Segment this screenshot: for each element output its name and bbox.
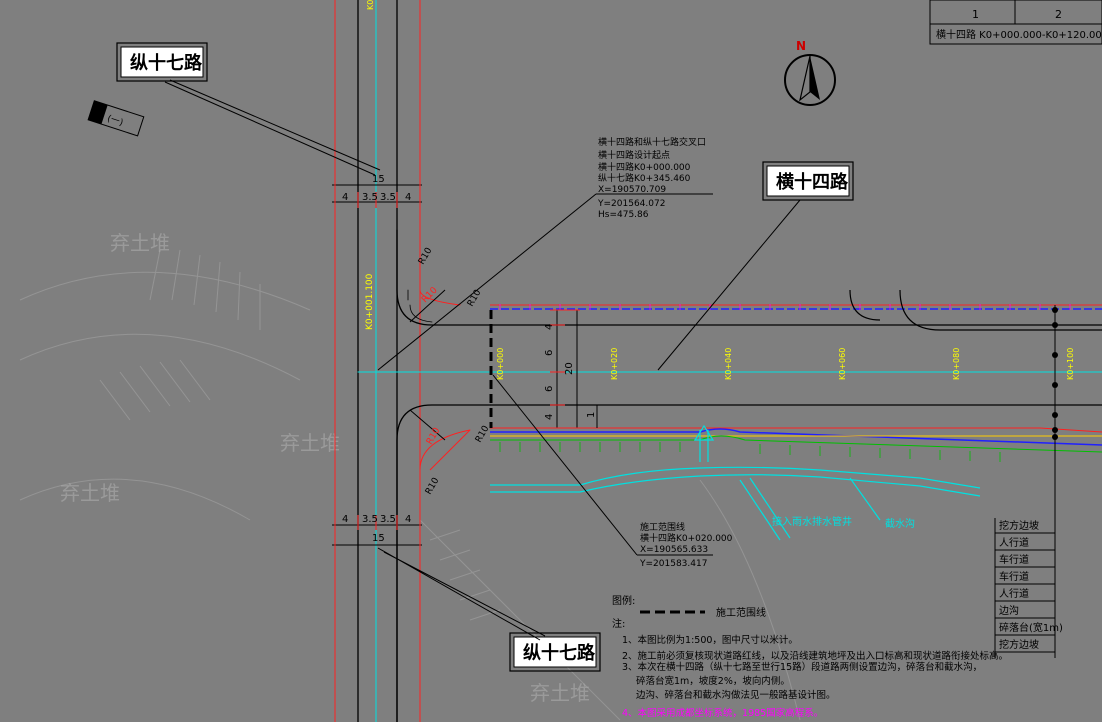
title-caption: 横十四路 K0+000.000-K0+120.000 [936,28,1102,41]
dim-cross-3: 4 [544,414,555,420]
road-label-horizontal: 横十四路 [657,161,854,371]
callout-int-1: 横十四路设计起点 [598,149,670,161]
title-col2: 2 [1055,8,1062,21]
callout-con-1: 横十四路K0+020.000 [640,532,733,544]
station-h-2: K0+040 [724,348,733,380]
dim-bottom-3: 4 [405,514,411,525]
dim-top-total: 15 [372,174,385,185]
station-h-0: K0+000 [496,348,505,380]
dim-bottom-2: 3.5 [380,514,396,525]
cross-section-legend: 挖方边坡 人行道 车行道 车行道 人行道 边沟 碎落台(宽1m) 挖方边坡 [994,445,1063,658]
legend-row-0: 挖方边坡 [999,519,1039,532]
callout-int-6: Hs=475.86 [598,210,649,220]
radius-5: R10 [424,476,442,497]
cad-viewport[interactable]: 1 2 横十四路 K0+000.000-K0+120.000 N 弃土堆 弃土堆… [0,0,1102,722]
road-label-top: 纵十七路 [116,42,381,176]
note-3b: 碎落台宽1m，坡度2%，坡向内侧。 [636,675,790,687]
dimension-bottom: 4 3.5 3.5 4 15 [332,514,422,550]
legend-title: 图例: [612,594,635,607]
legend-row-6: 碎落台(宽1m) [999,621,1063,634]
dim-cross-2: 6 [544,386,555,392]
dim-bottom-1: 3.5 [362,514,378,525]
construction-boundary [489,305,1058,445]
station-v-top: K0+... [366,0,375,10]
station-h-4: K0+080 [952,348,961,380]
note-3c: 边沟、碎落台和截水沟做法见一般路基设计图。 [636,689,836,701]
radius-1: R10 [420,285,440,305]
spoil-label-2: 弃土堆 [60,481,120,505]
callout-int-2: 横十四路K0+000.000 [598,161,691,173]
callout-int-0: 横十四路和纵十七路交叉口 [598,136,706,148]
station-h-3: K0+060 [838,348,847,380]
dimension-cross: 4 6 6 4 20 1 [544,309,610,429]
callout-int-5: Y=201564.072 [597,199,665,209]
title-col1: 1 [972,8,979,21]
callout-con-0: 施工范围线 [640,521,685,533]
road-label-bottom: 纵十七路 [377,547,601,672]
notes-heading: 注: [612,617,625,630]
legend-row-7: 挖方边坡 [999,638,1039,651]
dim-cross-total: 20 [564,362,575,375]
callout-int-4: X=190570.709 [598,185,666,195]
legend-row-1: 人行道 [999,536,1029,549]
callout-construction: 施工范围线 横十四路K0+020.000 X=190565.633 Y=2015… [492,374,733,569]
note-4: 4、本图采用成都坐标系统，1985国家高程系。 [622,707,823,719]
title-block: 1 2 横十四路 K0+000.000-K0+120.000 [929,0,1102,45]
legend-row-3: 车行道 [999,570,1029,583]
road-label-bottom-text: 纵十七路 [523,642,596,664]
radius-4: R10 [474,424,492,445]
spoil-label-3: 弃土堆 [280,431,340,455]
spoil-label-1: 弃土堆 [110,231,170,255]
drawing-canvas[interactable]: 1 2 横十四路 K0+000.000-K0+120.000 N 弃土堆 弃土堆… [0,0,1102,722]
station-h-5: K0+100 [1066,348,1075,380]
legend-row-5: 边沟 [999,604,1019,617]
legend-line-label: 施工范围线 [716,606,766,619]
station-h-1: K0+020 [610,348,619,380]
legend-notes: 图例: 施工范围线 注: 1、本图比例为1:500，图中尺寸以米计。 2、施工前… [612,594,1008,719]
station-v-start: K0+001.100 [365,273,375,330]
horizontal-road [490,289,1102,462]
dim-top-0: 4 [342,192,348,203]
dim-cross-one: 1 [586,412,597,418]
dim-cross-1: 6 [544,350,555,356]
note-2: 2、施工前必须复核现状道路红线，以及沿线建筑地坪及出入口标高和现状道路衔接处标高… [622,650,1008,662]
radius-2: R10 [466,288,484,309]
callout-con-3: Y=201583.417 [639,559,707,569]
dim-top-3: 4 [405,192,411,203]
building-icon: (一) [87,100,145,137]
spoil-area-left [19,249,311,521]
note-1: 1、本图比例为1:500，图中尺寸以米计。 [622,634,798,646]
dim-top-2: 3.5 [380,192,396,203]
vertical-stations: K0+... K0+001.100 [365,0,375,330]
note-3: 3、本次在横十四路（纵十七路至世行15路）段道路两侧设置边沟，碎落台和截水沟， [622,661,982,673]
callout-con-2: X=190565.633 [640,545,708,555]
callout-int-3: 纵十七路K0+345.460 [598,172,691,184]
spoil-label-4: 弃土堆 [530,681,590,705]
dim-cross-0: 4 [544,324,555,330]
north-label: N [796,39,806,53]
legend-row-4: 人行道 [999,587,1029,600]
dimension-top: 4 3.5 3.5 4 15 [332,174,422,208]
dim-top-1: 3.5 [362,192,378,203]
canal-inlet-label: 接入雨水排水管井 [772,515,852,528]
legend-row-2: 车行道 [999,553,1029,566]
dim-bottom-0: 4 [342,514,348,525]
road-label-horizontal-text: 横十四路 [776,171,849,193]
canal-label: 截水沟 [885,517,915,530]
road-label-top-text: 纵十七路 [130,52,203,74]
horizontal-stations: K0+000 K0+020 K0+040 K0+060 K0+080 K0+10… [496,348,1075,380]
dim-bottom-total: 15 [372,533,385,544]
north-arrow-icon: N [784,39,836,106]
